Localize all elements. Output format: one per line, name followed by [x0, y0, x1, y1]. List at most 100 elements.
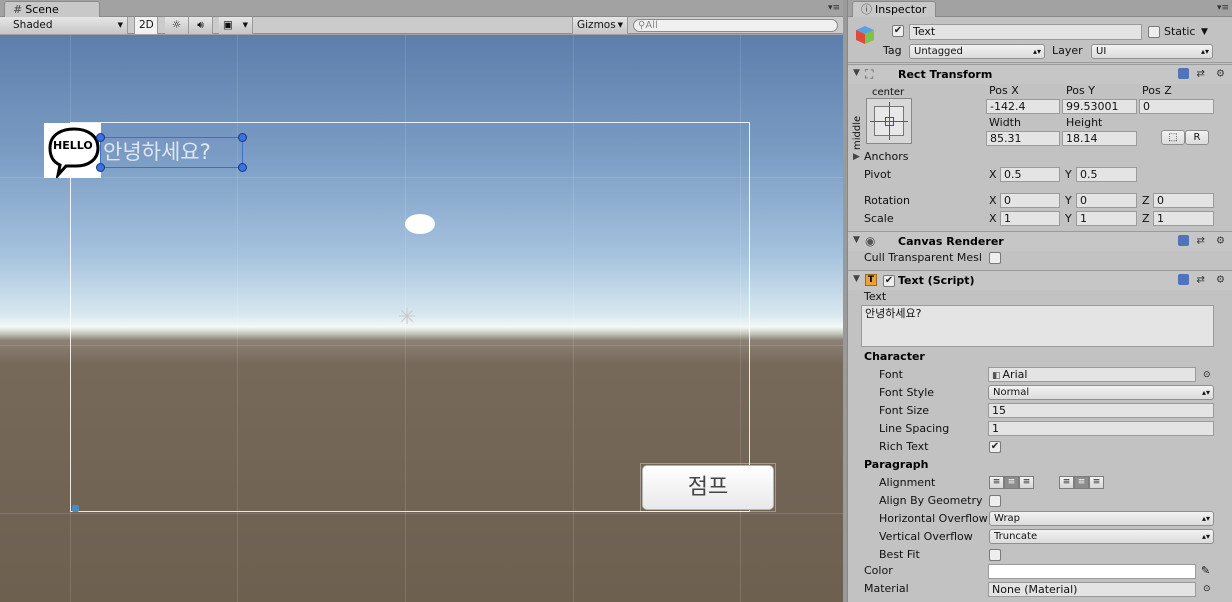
cull-transparent-checkbox[interactable]: [989, 252, 1001, 264]
align-top-button[interactable]: ≡: [1059, 476, 1074, 489]
shading-mode-dropdown[interactable]: Shaded ▼: [0, 17, 128, 34]
info-icon: ⓘ: [861, 3, 872, 16]
width-field[interactable]: 85.31: [986, 131, 1060, 146]
best-fit-checkbox[interactable]: [989, 549, 1001, 561]
anchors-foldout-icon[interactable]: ▶: [853, 149, 860, 165]
rotation-y-field[interactable]: 0: [1076, 193, 1137, 208]
component-tools-icons[interactable]: ⇄ ⚙: [1178, 235, 1229, 247]
scene-search-input[interactable]: ⚲All: [633, 19, 838, 32]
layer-value: UI: [1096, 46, 1107, 57]
rect-handle[interactable]: [238, 163, 247, 172]
line-spacing-field[interactable]: 1: [988, 421, 1214, 436]
align-right-button[interactable]: ≡: [1019, 476, 1034, 489]
pos-z-field[interactable]: 0: [1139, 99, 1214, 114]
help-icon[interactable]: [1178, 68, 1190, 79]
font-field[interactable]: ◧ Arial: [988, 367, 1196, 382]
gizmos-dropdown[interactable]: Gizmos ▼: [572, 17, 628, 34]
align-bottom-button[interactable]: ≡: [1089, 476, 1104, 489]
object-picker-icon[interactable]: ⊙: [1203, 581, 1211, 597]
material-field[interactable]: None (Material): [988, 582, 1196, 597]
help-icon[interactable]: [1178, 235, 1190, 246]
pos-x-field[interactable]: -142.4: [986, 99, 1060, 114]
font-asset-icon: ◧: [992, 371, 1001, 381]
rect-handle[interactable]: [96, 163, 105, 172]
rect-transform-title: Rect Transform: [898, 68, 993, 81]
rect-transform-header[interactable]: ▼ ⛶ Rect Transform ⇄ ⚙: [848, 64, 1232, 84]
selected-text-element[interactable]: 안녕하세요?: [100, 137, 243, 168]
jump-button-label: 점프: [687, 475, 729, 500]
text-script-header[interactable]: ▼ T ✔ Text (Script) ⇄ ⚙: [848, 270, 1232, 290]
scale-z-field[interactable]: 1: [1153, 211, 1214, 226]
rotation-z-field[interactable]: 0: [1153, 193, 1214, 208]
align-geometry-checkbox[interactable]: [989, 495, 1001, 507]
grid-icon: #: [13, 3, 23, 16]
color-field[interactable]: [988, 564, 1196, 579]
object-header: ✔ Text Static ▼ Tag Untagged ▴▾ Layer UI ▴…: [848, 17, 1232, 63]
pos-y-label: Pos Y: [1066, 84, 1095, 97]
scene-panel: # Scene ▾≡ Shaded ▼ 2D ☼ 🔊︎ ▣ ▼ Gizmos ▼ ⚲Al…: [0, 0, 843, 602]
object-name-field[interactable]: Text: [909, 24, 1142, 40]
layer-dropdown[interactable]: UI ▴▾: [1091, 44, 1213, 59]
foldout-arrow-icon[interactable]: ▼: [853, 235, 860, 245]
pivot-x-field[interactable]: 0.5: [1000, 167, 1060, 182]
character-section-label: Character: [864, 350, 925, 363]
pos-z-label: Pos Z: [1142, 84, 1172, 97]
hello-image[interactable]: HELLO: [44, 123, 101, 181]
line-spacing-label: Line Spacing: [879, 422, 950, 435]
component-tools-icons[interactable]: ⇄ ⚙: [1178, 274, 1229, 286]
anchors-label[interactable]: Anchors: [864, 149, 909, 165]
help-icon[interactable]: [1178, 274, 1190, 285]
foldout-arrow-icon[interactable]: ▼: [853, 274, 860, 284]
static-checkbox[interactable]: [1148, 26, 1160, 38]
font-style-dropdown[interactable]: Normal ▴▾: [988, 385, 1214, 400]
align-left-button[interactable]: ≡: [989, 476, 1004, 489]
pivot-y-field[interactable]: 0.5: [1076, 167, 1137, 182]
panel-menu-icon[interactable]: ▾≡: [828, 3, 840, 13]
inspector-tab[interactable]: ⓘ Inspector: [852, 1, 936, 17]
pos-y-field[interactable]: 99.53001: [1062, 99, 1137, 114]
component-tools-icons[interactable]: ⇄ ⚙: [1178, 68, 1229, 80]
eye-icon: ◉: [865, 234, 876, 248]
canvas-renderer-header[interactable]: ▼ ◉ Canvas Renderer ⇄ ⚙: [848, 231, 1232, 251]
effects-dropdown[interactable]: ▣ ▼: [219, 17, 253, 34]
align-middle-button[interactable]: ≡: [1074, 476, 1089, 489]
rect-handle[interactable]: [238, 133, 247, 142]
h-overflow-label: Horizontal Overflow: [879, 512, 988, 525]
h-overflow-dropdown[interactable]: Wrap ▴▾: [989, 511, 1214, 526]
scene-tab[interactable]: # Scene: [4, 1, 100, 17]
updown-icon: ▴▾: [1201, 532, 1210, 541]
object-picker-icon[interactable]: ⊙: [1203, 367, 1211, 383]
scale-x-field[interactable]: 1: [1000, 211, 1060, 226]
static-dropdown-icon[interactable]: ▼: [1201, 24, 1208, 40]
text-content-area[interactable]: 안녕하세요?: [861, 305, 1214, 347]
font-style-label: Font Style: [879, 386, 935, 399]
foldout-arrow-icon[interactable]: ▼: [853, 68, 860, 78]
scene-viewport[interactable]: ✳ HELLO 안녕하세요? 점프: [0, 35, 843, 602]
raw-edit-button[interactable]: R: [1185, 130, 1209, 145]
tag-dropdown[interactable]: Untagged ▴▾: [909, 44, 1045, 59]
axis-y-label: Y: [1065, 194, 1072, 207]
scale-y-field[interactable]: 1: [1076, 211, 1137, 226]
directional-light-icon[interactable]: ✳: [398, 307, 416, 329]
active-checkbox[interactable]: ✔: [892, 25, 904, 37]
align-center-button[interactable]: ≡: [1004, 476, 1019, 489]
text-label: Text: [864, 290, 887, 303]
jump-button[interactable]: 점프: [642, 465, 774, 510]
panel-menu-icon[interactable]: ▾≡: [1217, 3, 1229, 13]
anchor-preset-button[interactable]: [866, 98, 912, 144]
audio-toggle[interactable]: 🔊︎: [189, 17, 213, 34]
rotation-x-field[interactable]: 0: [1000, 193, 1060, 208]
eyedropper-icon[interactable]: ✎: [1201, 563, 1210, 579]
updown-icon: ▴▾: [1201, 514, 1210, 523]
v-overflow-dropdown[interactable]: Truncate ▴▾: [989, 529, 1214, 544]
font-size-field[interactable]: 15: [988, 403, 1214, 418]
font-label: Font: [879, 368, 903, 381]
rect-handle[interactable]: [96, 133, 105, 142]
speaker-icon: 🔊︎: [197, 19, 204, 31]
text-enabled-checkbox[interactable]: ✔: [883, 275, 895, 287]
height-field[interactable]: 18.14: [1062, 131, 1137, 146]
toggle-2d-button[interactable]: 2D: [134, 17, 158, 34]
lighting-toggle[interactable]: ☼: [165, 17, 189, 34]
blueprint-mode-button[interactable]: ⬚: [1161, 130, 1185, 145]
rich-text-checkbox[interactable]: ✔: [989, 441, 1001, 453]
